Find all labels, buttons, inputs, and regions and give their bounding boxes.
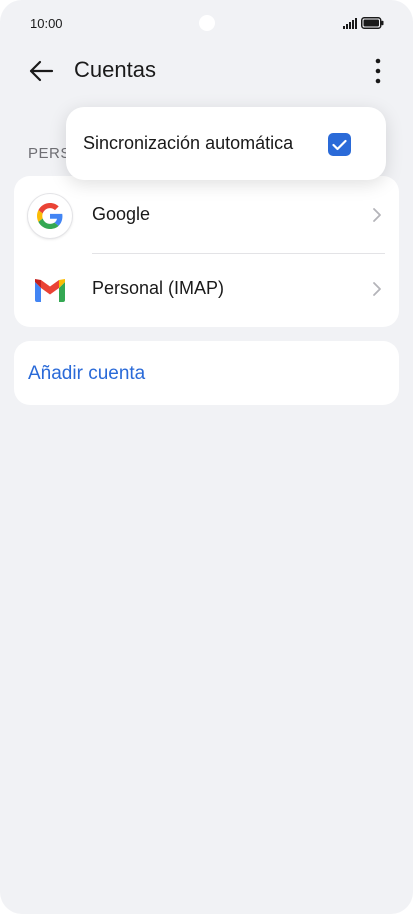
account-name: Personal (IMAP): [92, 278, 225, 298]
checkmark-icon: [332, 139, 347, 150]
page-title: Cuentas: [74, 57, 156, 82]
back-button[interactable]: [22, 54, 60, 88]
account-row-google[interactable]: Google: [14, 178, 399, 254]
options-popup-menu: Sincronización automática: [66, 107, 386, 180]
phone-screen: 10:00 Cuentas PERS Google Personal (IMAP…: [0, 0, 413, 914]
section-label: PERS: [28, 145, 71, 162]
status-bar: 10:00: [0, 0, 413, 48]
google-icon: [28, 194, 72, 238]
signal-icon: [343, 18, 357, 29]
front-camera-cutout: [199, 15, 215, 31]
auto-sync-menu-item[interactable]: Sincronización automática: [66, 107, 386, 180]
status-time: 10:00: [30, 16, 63, 31]
chevron-right-icon: [373, 282, 381, 296]
accounts-list: Google Personal (IMAP): [14, 176, 399, 327]
arrow-left-icon: [29, 60, 54, 82]
gmail-icon: [28, 268, 72, 312]
more-vertical-icon: [375, 58, 381, 84]
chevron-right-icon: [373, 208, 381, 222]
auto-sync-checkbox[interactable]: [328, 133, 351, 156]
auto-sync-label: Sincronización automática: [83, 133, 294, 153]
add-account-label: Añadir cuenta: [28, 363, 146, 384]
account-name: Google: [92, 204, 151, 224]
battery-icon: [361, 17, 384, 29]
account-row-personal-imap[interactable]: Personal (IMAP): [14, 252, 399, 326]
more-options-button[interactable]: [364, 54, 392, 88]
add-account-button[interactable]: Añadir cuenta: [14, 341, 399, 405]
